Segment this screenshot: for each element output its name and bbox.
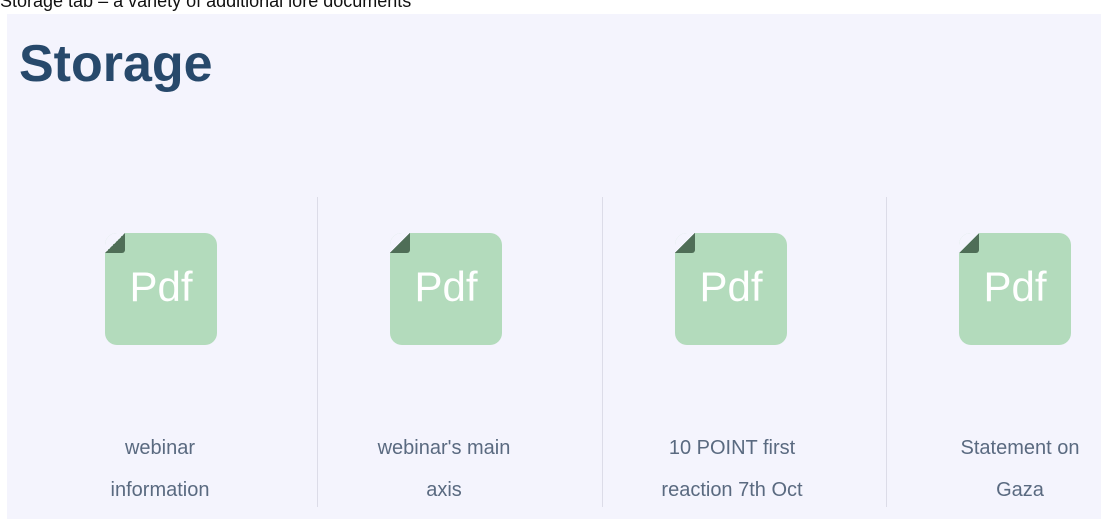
file-item-10-point-first-reaction[interactable]: Pdf 10 POINT first reaction 7th Oct (602, 197, 888, 507)
file-name: webinar information (110, 437, 210, 501)
file-item-statement-on-gaza[interactable]: Pdf Statement on Gaza (886, 197, 1101, 507)
file-item-webinars-main-axis[interactable]: Pdf webinar's main axis (317, 197, 603, 507)
pdf-file-icon: Pdf (675, 233, 787, 345)
screenshot-caption: Storage tab – a variety of additional lo… (0, 0, 412, 11)
storage-panel: Storage Pdf webinar information Pdf webi… (7, 14, 1101, 519)
pdf-icon-label: Pdf (699, 263, 763, 310)
pdf-file-icon: Pdf (390, 233, 502, 345)
pdf-icon-label: Pdf (129, 263, 193, 310)
pdf-icon-label: Pdf (983, 263, 1047, 310)
file-item-webinar-information[interactable]: Pdf webinar information (27, 197, 312, 507)
pdf-icon-label: Pdf (414, 263, 478, 310)
file-name: Statement on Gaza (960, 437, 1080, 501)
pdf-file-icon: Pdf (105, 233, 217, 345)
file-name: 10 POINT first reaction 7th Oct (661, 437, 803, 501)
page-title: Storage (19, 35, 213, 93)
pdf-file-icon: Pdf (959, 233, 1071, 345)
file-name: webinar's main axis (377, 437, 511, 501)
